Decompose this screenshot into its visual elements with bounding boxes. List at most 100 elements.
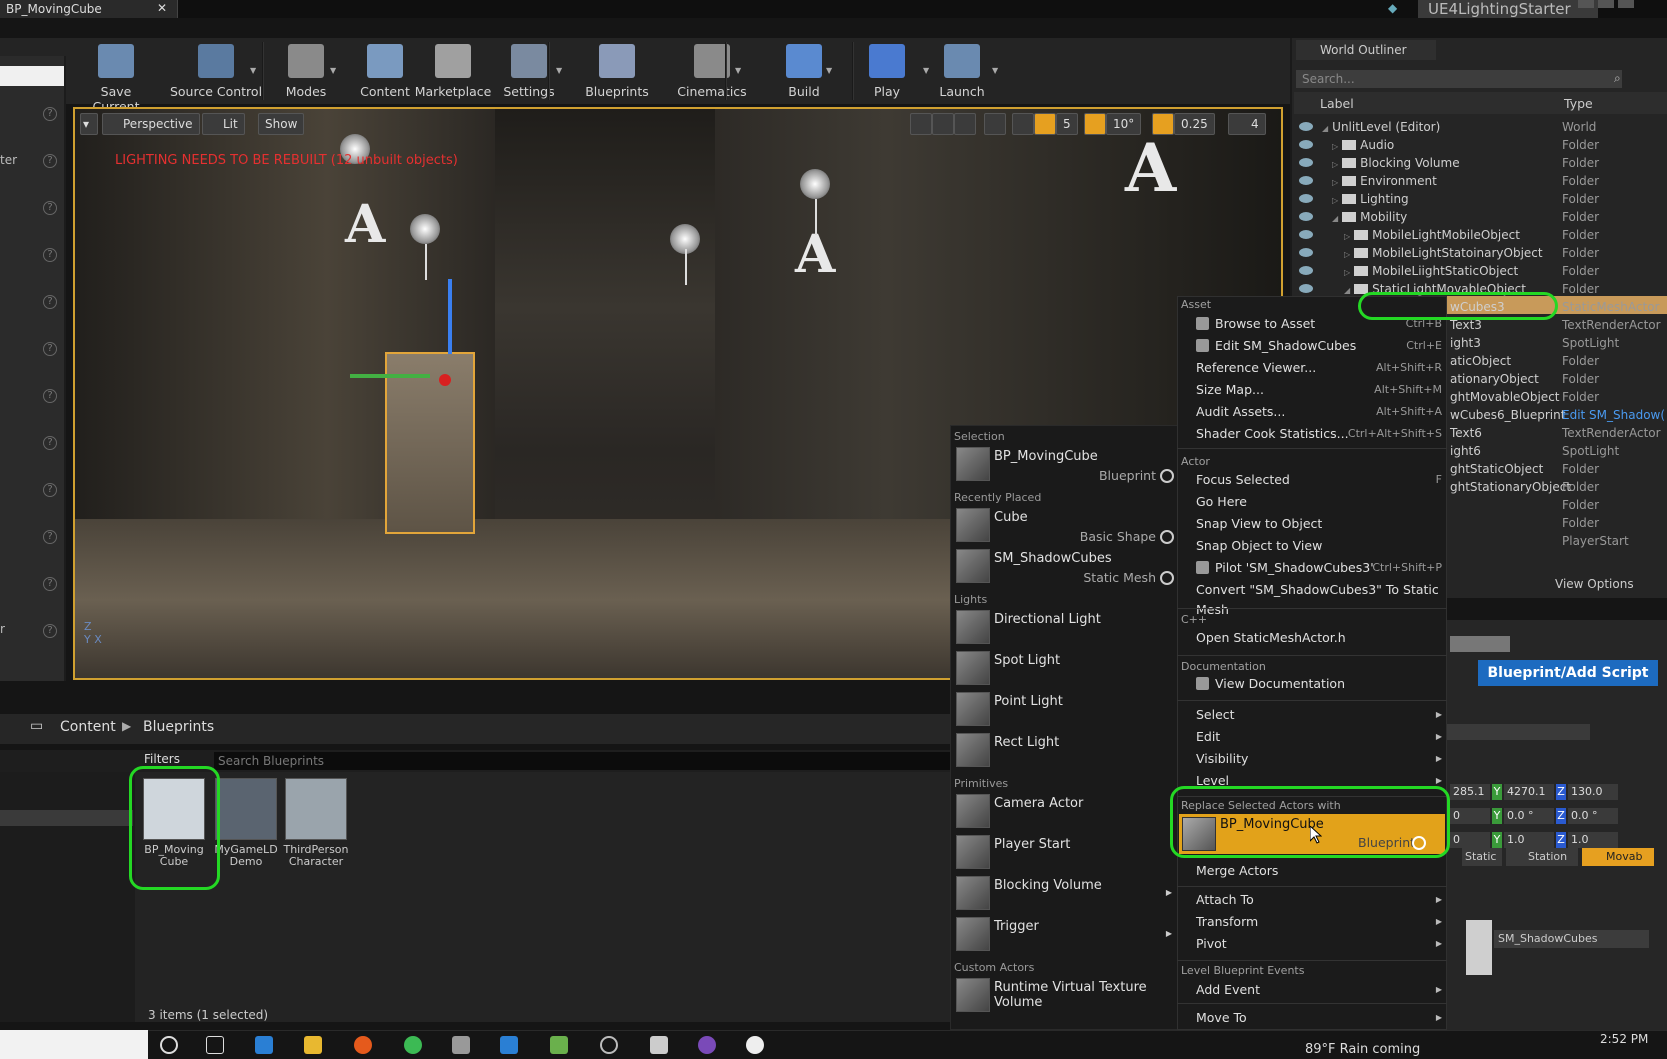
modes-search-input[interactable] (0, 66, 64, 86)
radio-circle-icon[interactable] (1160, 571, 1174, 585)
eye-icon[interactable] (1299, 176, 1313, 185)
outliner-row[interactable]: ▷ Audio Folder (1294, 136, 1667, 154)
gizmo-y-arrow[interactable] (350, 374, 430, 378)
scale-x-field[interactable]: 0 (1450, 832, 1490, 848)
merge-actors-item[interactable]: Merge Actors (1196, 861, 1442, 881)
menu-item-actor[interactable]: Snap View to Object (1196, 514, 1442, 534)
outliner-search-input[interactable]: Search... (1296, 70, 1622, 88)
help-icon[interactable]: ? (43, 154, 57, 168)
lit-button[interactable]: Lit (202, 113, 245, 135)
mobility-static[interactable]: Static (1462, 848, 1502, 866)
place-item-spot-light[interactable]: Spot Light (954, 649, 1178, 689)
chrome-icon[interactable] (404, 1036, 422, 1054)
mobility-stationary[interactable]: Station (1506, 848, 1578, 866)
eye-icon[interactable] (1299, 158, 1313, 167)
toolbar-button-launch[interactable]: Launch (934, 44, 990, 100)
menu-item-actor[interactable]: Focus Selected F (1196, 470, 1442, 490)
mail-icon[interactable] (452, 1036, 470, 1054)
show-button[interactable]: Show (258, 113, 305, 135)
help-icon[interactable]: ? (43, 295, 57, 309)
submenu-edit[interactable]: Edit ▶ (1196, 727, 1442, 747)
scale-y-field[interactable]: 1.0 (1504, 832, 1554, 848)
window-controls[interactable] (1578, 0, 1667, 10)
file-explorer-icon[interactable] (304, 1036, 322, 1054)
help-icon[interactable]: ? (43, 107, 57, 121)
chevron-down-icon[interactable]: ▼ (826, 66, 832, 75)
submenu-transform[interactable]: Transform ▶ (1196, 912, 1442, 932)
unreal-icon[interactable] (746, 1036, 764, 1054)
chevron-down-icon[interactable]: ▼ (250, 66, 256, 75)
place-item-rect-light[interactable]: Rect Light (954, 731, 1178, 771)
chevron-down-icon[interactable]: ▼ (992, 66, 998, 75)
toolbar-button-content[interactable]: Content (358, 44, 412, 100)
eye-icon[interactable] (1299, 122, 1313, 131)
obs-icon[interactable] (600, 1036, 618, 1054)
place-item-point-light[interactable]: Point Light (954, 690, 1178, 730)
clock[interactable]: 2:52 PM (1600, 1032, 1648, 1046)
eye-icon[interactable] (1299, 212, 1313, 221)
place-item-sm_shadowcubes[interactable]: SM_ShadowCubes Static Mesh (954, 547, 1178, 587)
chevron-down-icon[interactable]: ▼ (735, 66, 741, 75)
place-item-player-start[interactable]: Player Start (954, 833, 1178, 873)
menu-item-asset[interactable]: Edit SM_ShadowCubes Ctrl+E (1196, 336, 1442, 356)
rot-y-field[interactable]: 0.0 ° (1504, 808, 1554, 824)
eye-icon[interactable] (1299, 194, 1313, 203)
loc-z-field[interactable]: 130.0 (1568, 784, 1618, 800)
viewport-menu-button[interactable]: ▾ (80, 113, 98, 135)
toolbar-button-modes[interactable]: Modes (276, 44, 336, 100)
view-options-button[interactable]: View Options (1555, 577, 1634, 591)
place-item-cube[interactable]: Cube Basic Shape (954, 506, 1178, 546)
vscode-icon[interactable] (255, 1036, 273, 1054)
menu-item-asset[interactable]: Shader Cook Statistics... Ctrl+Alt+Shift+… (1196, 424, 1442, 444)
github-icon[interactable] (698, 1036, 716, 1054)
toolbar-button-play[interactable]: Play (866, 44, 908, 100)
breadcrumb-blueprints[interactable]: Blueprints (143, 719, 214, 735)
selected-cube-actor[interactable] (385, 352, 475, 534)
grid-snap-value[interactable]: 5 (1056, 113, 1078, 135)
toolbar-button-build[interactable]: Build (776, 44, 832, 100)
radio-circle-icon[interactable] (1160, 530, 1174, 544)
add-event-item[interactable]: Add Event ▶ (1196, 980, 1442, 1000)
submenu-attach-to[interactable]: Attach To ▶ (1196, 890, 1442, 910)
task-view-icon[interactable] (206, 1036, 224, 1054)
camera-speed-button[interactable]: 4 (1228, 113, 1266, 135)
blueprint-add-script-button[interactable]: Blueprint/Add Script (1478, 660, 1658, 686)
place-item-directional-light[interactable]: Directional Light (954, 608, 1178, 648)
toolbar-button-save-current[interactable]: Save Current (82, 44, 150, 114)
place-item-bp_movingcube[interactable]: BP_MovingCube Blueprint (954, 445, 1178, 485)
surface-snap-icon[interactable] (1012, 113, 1034, 135)
details-name-field[interactable] (1450, 636, 1510, 652)
submenu-select[interactable]: Select ▶ (1196, 705, 1442, 725)
scale-z-field[interactable]: 1.0 (1568, 832, 1618, 848)
spot-light-icon[interactable] (800, 169, 830, 199)
rotation-snap-icon[interactable] (1084, 113, 1106, 135)
help-icon[interactable]: ? (43, 483, 57, 497)
details-search-input[interactable] (1440, 724, 1590, 740)
search-blueprints-input[interactable]: Search Blueprints (214, 752, 954, 770)
spot-light-icon[interactable] (410, 214, 440, 244)
scale-tool-icon[interactable] (954, 113, 976, 135)
filters-button[interactable]: Filters (144, 752, 180, 766)
help-icon[interactable]: ? (43, 436, 57, 450)
help-icon[interactable]: ? (43, 248, 57, 262)
outliner-row[interactable]: ▷ Lighting Folder (1294, 190, 1667, 208)
asset-tile[interactable]: ThirdPerson Character (282, 778, 350, 868)
menu-item-actor[interactable]: Pilot 'SM_ShadowCubes3' Ctrl+Shift+P (1196, 558, 1442, 578)
place-item-runtime-virtual-texture-volume[interactable]: Runtime Virtual Texture Volume (954, 976, 1178, 1016)
rotate-tool-icon[interactable] (932, 113, 954, 135)
eye-icon[interactable] (1299, 248, 1313, 257)
level-tab[interactable]: BP_MovingCube ✕ (0, 0, 178, 18)
move-tool-icon[interactable] (910, 113, 932, 135)
outliner-row[interactable]: ◢ Mobility Folder (1294, 208, 1667, 226)
radio-circle-icon[interactable] (1160, 469, 1174, 483)
help-icon[interactable]: ? (43, 577, 57, 591)
rot-z-field[interactable]: 0.0 ° (1568, 808, 1618, 824)
submenu-pivot[interactable]: Pivot ▶ (1196, 934, 1442, 954)
outliner-title[interactable]: World Outliner (1296, 40, 1436, 60)
eye-icon[interactable] (1299, 140, 1313, 149)
store-icon[interactable] (650, 1036, 668, 1054)
taskbar-search-area[interactable] (0, 1030, 148, 1059)
mobility-toggle[interactable]: Static Station Movab (1462, 848, 1667, 866)
place-item-camera-actor[interactable]: Camera Actor (954, 792, 1178, 832)
menu-item-actor[interactable]: Go Here (1196, 492, 1442, 512)
